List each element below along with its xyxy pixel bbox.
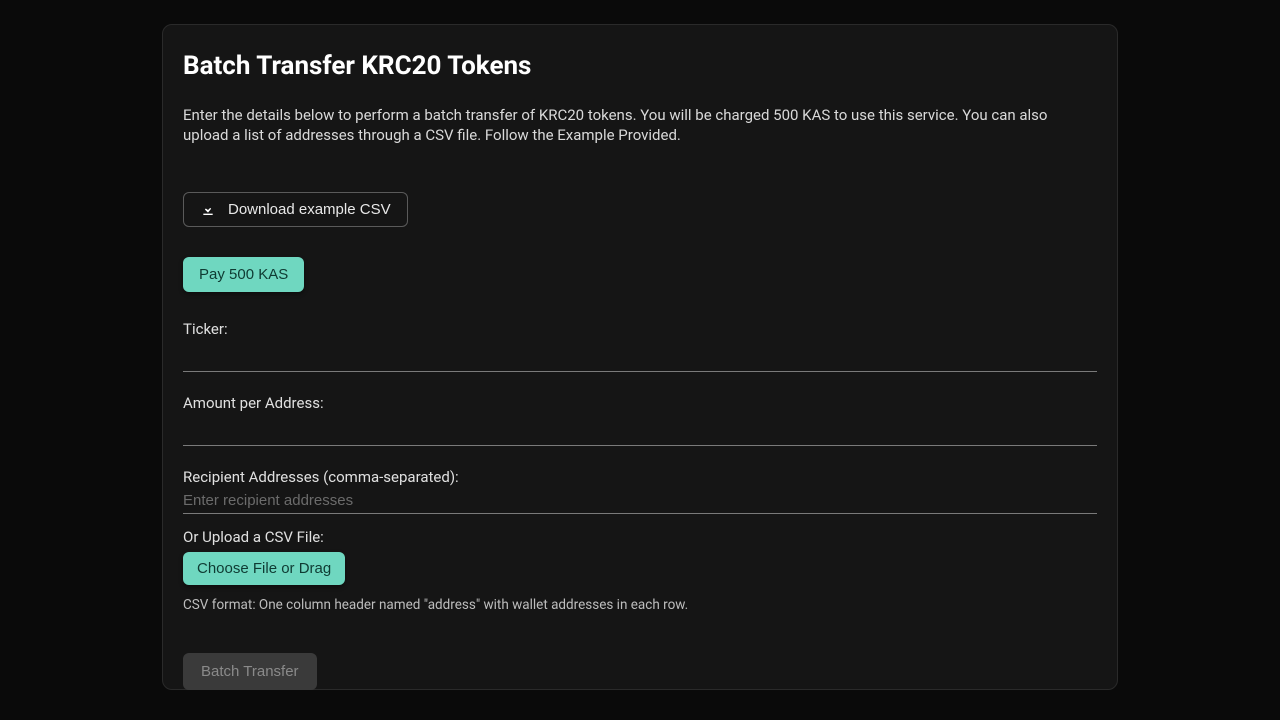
choose-file-button[interactable]: Choose File or Drag — [183, 552, 345, 585]
batch-transfer-card: Batch Transfer KRC20 Tokens Enter the de… — [162, 24, 1118, 690]
download-example-csv-label: Download example CSV — [228, 201, 391, 218]
download-example-csv-button[interactable]: Download example CSV — [183, 192, 408, 227]
ticker-label: Ticker: — [183, 320, 1097, 338]
page-description: Enter the details below to perform a bat… — [183, 105, 1093, 146]
page-title: Batch Transfer KRC20 Tokens — [183, 51, 1097, 81]
csv-format-hint: CSV format: One column header named "add… — [183, 597, 1097, 613]
ticker-input[interactable] — [183, 342, 1097, 372]
recipients-input[interactable] — [183, 490, 1097, 514]
download-icon — [200, 201, 216, 217]
amount-input[interactable] — [183, 416, 1097, 446]
amount-label: Amount per Address: — [183, 394, 1097, 412]
recipients-label: Recipient Addresses (comma-separated): — [183, 468, 1097, 486]
batch-transfer-button[interactable]: Batch Transfer — [183, 653, 317, 690]
pay-button[interactable]: Pay 500 KAS — [183, 257, 304, 292]
upload-csv-label: Or Upload a CSV File: — [183, 528, 1097, 546]
